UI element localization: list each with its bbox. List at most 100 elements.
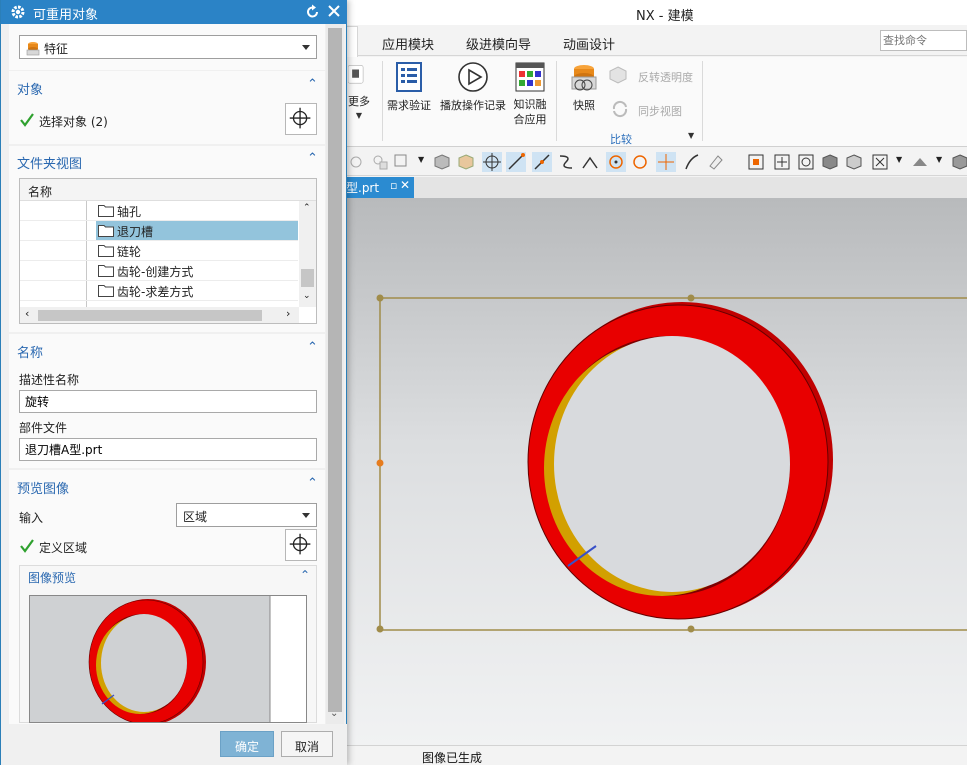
descriptive-name-input[interactable] [19, 390, 317, 413]
reset-icon[interactable] [305, 3, 321, 21]
objects-section-title[interactable]: 对象 [17, 79, 43, 98]
display-cube-icon[interactable] [950, 152, 967, 172]
type-combo[interactable]: 特征 [19, 35, 317, 59]
snap-quadrant-icon[interactable] [630, 152, 650, 172]
tree-vertical-scrollbar[interactable]: ⌃ ⌄ [299, 201, 316, 307]
snap-existing-point-icon[interactable] [656, 152, 676, 172]
define-region-label[interactable]: 定义区域 [39, 539, 87, 556]
document-tab[interactable]: 型.prt ▫ ✕ [340, 177, 414, 198]
view-frame-icon[interactable] [746, 152, 766, 172]
tree-column-header[interactable]: 名称 [20, 179, 316, 201]
folder-icon [98, 285, 114, 297]
tree-item[interactable]: 齿轮-求差方式 [20, 281, 298, 301]
collapse-objects-icon[interactable]: ⌃ [307, 77, 318, 92]
select-object-label[interactable]: 选择对象 (2) [39, 113, 108, 130]
window-title: NX - 建模 [636, 9, 694, 24]
check-icon [20, 539, 34, 553]
define-region-button[interactable] [285, 529, 317, 561]
snap-intersection-icon[interactable] [580, 152, 600, 172]
filter-icon[interactable] [348, 152, 368, 172]
snap-endpoint-icon[interactable] [506, 152, 526, 172]
preview-thumbnail [30, 596, 271, 722]
dropdown-arrow-icon[interactable]: ▼ [896, 155, 902, 164]
tab-animation-design[interactable]: 动画设计 [563, 34, 615, 53]
snapshot-label: 快照 [573, 99, 595, 112]
select-features-icon[interactable] [370, 152, 390, 172]
more-button[interactable]: 更多 ▼ [344, 61, 374, 120]
tab-application-modules[interactable]: 应用模块 [382, 34, 434, 53]
part-file-input[interactable] [19, 438, 317, 461]
shaded-edges-icon[interactable] [844, 152, 864, 172]
dialog-titlebar[interactable]: 可重用对象 [1, 0, 347, 24]
sync-view-icon [612, 100, 628, 118]
collapse-preview-icon[interactable]: ⌃ [307, 476, 318, 491]
wire-cube-icon[interactable] [456, 152, 476, 172]
snap-on-face-icon[interactable] [706, 152, 726, 172]
tree-item[interactable]: 链轮 [20, 241, 298, 261]
snap-target-icon[interactable] [482, 152, 502, 172]
play-recording-button[interactable]: 播放操作记录 [438, 61, 508, 113]
snapshot-icon [571, 65, 597, 91]
type-combo-value: 特征 [44, 42, 69, 56]
objects-section [9, 71, 325, 144]
gear-icon[interactable] [10, 4, 26, 20]
view-orient-icon[interactable] [910, 152, 930, 172]
part-file-label: 部件文件 [19, 421, 68, 435]
scroll-down-icon[interactable]: ⌄ [303, 291, 311, 301]
tree-scroll-thumb[interactable] [301, 269, 314, 287]
select-box-icon[interactable] [392, 152, 412, 172]
dialog-scrollbar[interactable] [326, 24, 344, 724]
close-tab-icon[interactable]: ✕ [400, 178, 410, 192]
snap-control-point-icon[interactable] [556, 152, 576, 172]
collapse-folder-view-icon[interactable]: ⌃ [307, 151, 318, 166]
ok-button[interactable]: 确定 [220, 731, 274, 757]
fit-view-icon[interactable] [870, 152, 890, 172]
scroll-right-icon[interactable]: › [286, 307, 290, 320]
snap-arc-center-icon[interactable] [606, 152, 626, 172]
scroll-left-icon[interactable]: ‹ [25, 307, 29, 320]
folder-tree[interactable]: 名称 轴孔 退刀槽 链轮 齿轮-创建方式 齿轮-求差方式 ⌃ ⌄ ‹ › [19, 178, 317, 324]
dialog-scroll-thumb[interactable] [328, 28, 342, 712]
tree-horizontal-scrollbar[interactable]: ‹ › [20, 307, 299, 323]
tree-hscroll-thumb[interactable] [38, 310, 262, 321]
solid-cube-icon[interactable] [432, 152, 452, 172]
ribbon-group-compare-label: 比较 [610, 133, 632, 146]
graphics-viewport[interactable] [340, 198, 967, 745]
ribbon-separator [556, 61, 557, 141]
dropdown-arrow-icon[interactable]: ▼ [936, 155, 942, 164]
tree-item-selected[interactable]: 退刀槽 [20, 221, 298, 241]
tree-item[interactable]: 轴孔 [20, 201, 298, 221]
snapshot-button[interactable]: 快照 [562, 61, 606, 113]
view-rotate-icon[interactable] [796, 152, 816, 172]
scroll-down-icon[interactable]: ⌄ [330, 708, 338, 719]
requirements-check-label: 需求验证 [387, 99, 431, 112]
tree-item-label: 齿轮-创建方式 [117, 265, 194, 279]
model-view[interactable] [340, 198, 967, 745]
knowledge-fusion-button[interactable]: 知识融合应用 [510, 61, 550, 127]
folder-view-section-title[interactable]: 文件夹视图 [17, 153, 82, 172]
group-expand-icon[interactable]: ▼ [688, 131, 694, 140]
image-preview-title[interactable]: 图像预览 [28, 569, 76, 586]
requirements-check-button[interactable]: 需求验证 [386, 61, 432, 113]
input-label: 输入 [19, 511, 44, 525]
region-handle [376, 625, 384, 633]
tab-progressive-die-wizard[interactable]: 级进模向导 [466, 34, 531, 53]
shaded-cube-icon[interactable] [820, 152, 840, 172]
collapse-name-icon[interactable]: ⌃ [307, 340, 318, 355]
select-object-button[interactable] [285, 103, 317, 135]
tree-item[interactable]: 齿轮-创建方式 [20, 261, 298, 281]
name-section-title[interactable]: 名称 [17, 342, 43, 361]
preview-section-title[interactable]: 预览图像 [17, 478, 69, 497]
view-fit-icon[interactable] [772, 152, 792, 172]
input-combo[interactable]: 区域 [176, 503, 317, 527]
snap-midpoint-icon[interactable] [532, 152, 552, 172]
preview-image [29, 595, 307, 723]
collapse-image-preview-icon[interactable]: ⌃ [300, 568, 310, 582]
cancel-button[interactable]: 取消 [281, 731, 333, 757]
command-search-input[interactable] [880, 30, 967, 51]
close-icon[interactable] [326, 2, 342, 20]
snap-on-curve-icon[interactable] [682, 152, 702, 172]
requirements-check-icon [396, 62, 422, 92]
scroll-up-icon[interactable]: ⌃ [303, 203, 311, 213]
dropdown-arrow-icon[interactable]: ▼ [418, 155, 424, 164]
